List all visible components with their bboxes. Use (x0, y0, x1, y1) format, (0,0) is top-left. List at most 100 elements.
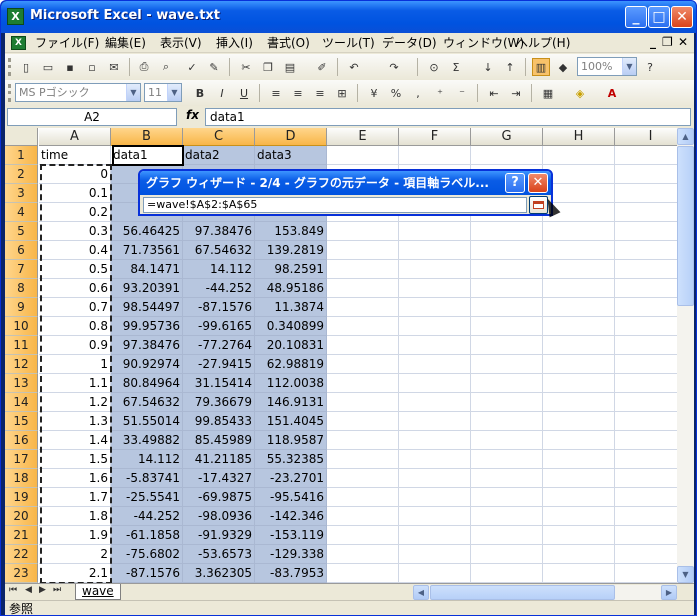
column-header[interactable]: B (111, 128, 183, 146)
cell[interactable] (327, 488, 399, 507)
row-header[interactable]: 6 (5, 241, 38, 260)
cell[interactable]: -153.119 (255, 526, 327, 545)
cell[interactable] (543, 526, 615, 545)
first-sheet-icon[interactable]: ⏮ (9, 585, 17, 595)
row-header[interactable]: 22 (5, 545, 38, 564)
cell[interactable] (543, 564, 615, 583)
cell[interactable]: -98.0936 (183, 507, 255, 526)
cell[interactable] (327, 298, 399, 317)
redo-icon[interactable]: ↷ (385, 58, 403, 76)
decrease-decimal-icon[interactable]: ⁻ (453, 84, 471, 102)
cell[interactable]: 51.55014 (111, 412, 183, 431)
cell[interactable]: -25.5541 (111, 488, 183, 507)
row-header[interactable]: 12 (5, 355, 38, 374)
cell[interactable]: 0 (39, 165, 111, 184)
cell[interactable] (399, 545, 471, 564)
cell[interactable] (471, 222, 543, 241)
cell[interactable] (471, 431, 543, 450)
percent-icon[interactable]: % (387, 84, 405, 102)
cell[interactable] (327, 355, 399, 374)
autosum-icon[interactable]: Σ (447, 58, 465, 76)
cell[interactable] (471, 298, 543, 317)
cell[interactable] (327, 450, 399, 469)
cell[interactable]: -53.6573 (183, 545, 255, 564)
print-preview-icon[interactable]: ⌕ (157, 58, 175, 76)
cell[interactable]: 151.4045 (255, 412, 327, 431)
cell[interactable]: 0.6 (39, 279, 111, 298)
cell[interactable]: 97.38476 (183, 222, 255, 241)
cut-icon[interactable]: ✂ (237, 58, 255, 76)
font-color-icon[interactable]: A (603, 84, 621, 102)
bold-icon[interactable]: B (191, 84, 209, 102)
scroll-down-icon[interactable]: ▼ (677, 566, 694, 583)
row-header[interactable]: 4 (5, 203, 38, 222)
cell[interactable] (399, 431, 471, 450)
horizontal-scroll-thumb[interactable] (430, 585, 615, 600)
cell[interactable] (399, 317, 471, 336)
comma-style-icon[interactable]: , (409, 84, 427, 102)
cell[interactable] (471, 488, 543, 507)
format-painter-icon[interactable]: ✐ (313, 58, 331, 76)
dialog-close-button[interactable]: ✕ (528, 173, 548, 193)
cell[interactable] (327, 545, 399, 564)
cell[interactable]: -75.6802 (111, 545, 183, 564)
cell[interactable]: 80.84964 (111, 374, 183, 393)
cell[interactable]: -95.5416 (255, 488, 327, 507)
name-box[interactable]: A2 (7, 108, 177, 126)
cell[interactable]: -44.252 (183, 279, 255, 298)
cell[interactable] (471, 450, 543, 469)
row-header[interactable]: 5 (5, 222, 38, 241)
doc-minimize-button[interactable]: _ (650, 35, 656, 49)
cell[interactable] (543, 279, 615, 298)
row-header[interactable]: 17 (5, 450, 38, 469)
horizontal-scrollbar[interactable]: ◀ ▶ (413, 585, 677, 600)
cell[interactable] (399, 355, 471, 374)
menu-file[interactable]: ファイル(F) (35, 35, 99, 51)
cell[interactable] (399, 374, 471, 393)
row-header[interactable]: 16 (5, 431, 38, 450)
cell[interactable]: -17.4327 (183, 469, 255, 488)
cell[interactable]: 1.7 (39, 488, 111, 507)
cell[interactable]: 0.4 (39, 241, 111, 260)
cell[interactable] (327, 279, 399, 298)
row-header[interactable]: 14 (5, 393, 38, 412)
sort-descending-icon[interactable]: ↑ (501, 58, 519, 76)
row-header[interactable]: 10 (5, 317, 38, 336)
cell[interactable]: 67.54632 (183, 241, 255, 260)
cell[interactable] (327, 317, 399, 336)
cell[interactable] (543, 355, 615, 374)
new-icon[interactable]: ▯ (17, 58, 35, 76)
range-reference-input[interactable]: =wave!$A$2:$A$65 (143, 197, 527, 213)
cell[interactable]: 153.849 (255, 222, 327, 241)
cell[interactable] (543, 431, 615, 450)
cell[interactable]: 1.9 (39, 526, 111, 545)
cell[interactable]: -91.9329 (183, 526, 255, 545)
row-header[interactable]: 20 (5, 507, 38, 526)
title-bar[interactable]: X Microsoft Excel - wave.txt _ □ ✕ (1, 1, 696, 33)
cell[interactable]: -27.9415 (183, 355, 255, 374)
cell[interactable] (543, 450, 615, 469)
cell[interactable]: 90.92974 (111, 355, 183, 374)
maximize-button[interactable]: □ (648, 6, 670, 28)
vertical-scrollbar[interactable]: ▲ ▼ (677, 128, 694, 583)
cell[interactable] (543, 545, 615, 564)
cell[interactable] (399, 526, 471, 545)
help-icon[interactable]: ? (641, 58, 659, 76)
font-size-combo[interactable]: 11 ▼ (144, 83, 182, 102)
cell[interactable]: 33.49882 (111, 431, 183, 450)
row-header[interactable]: 18 (5, 469, 38, 488)
cell[interactable]: -44.252 (111, 507, 183, 526)
menu-tools[interactable]: ツール(T) (322, 35, 375, 51)
cell[interactable] (543, 317, 615, 336)
cell[interactable] (471, 507, 543, 526)
cell[interactable] (327, 412, 399, 431)
cell[interactable]: 1.1 (39, 374, 111, 393)
drawing-icon[interactable]: ◆ (554, 58, 572, 76)
doc-close-button[interactable]: ✕ (678, 35, 688, 49)
font-combo[interactable]: MS Pゴシック ▼ (15, 83, 141, 102)
cell[interactable]: 1.4 (39, 431, 111, 450)
cell[interactable]: 146.9131 (255, 393, 327, 412)
cell[interactable] (327, 336, 399, 355)
open-icon[interactable]: ▭ (39, 58, 57, 76)
align-right-icon[interactable]: ≡ (311, 84, 329, 102)
